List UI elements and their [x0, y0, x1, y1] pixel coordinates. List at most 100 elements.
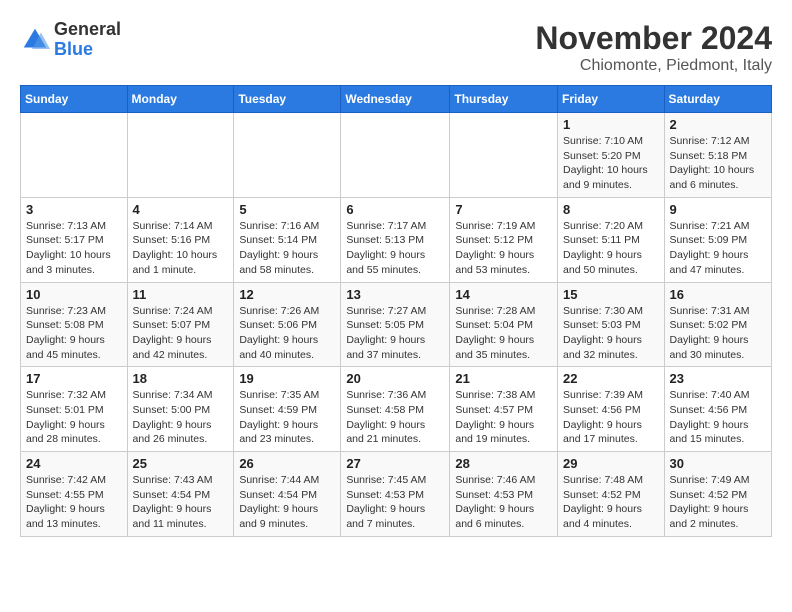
calendar-cell: 13Sunrise: 7:27 AM Sunset: 5:05 PM Dayli… — [341, 282, 450, 367]
day-info: Sunrise: 7:38 AM Sunset: 4:57 PM Dayligh… — [455, 388, 552, 447]
day-number: 24 — [26, 456, 122, 471]
day-info: Sunrise: 7:43 AM Sunset: 4:54 PM Dayligh… — [133, 473, 229, 532]
day-info: Sunrise: 7:28 AM Sunset: 5:04 PM Dayligh… — [455, 304, 552, 363]
calendar-cell: 1 Sunrise: 7:10 AM Sunset: 5:20 PM Daylig… — [558, 113, 665, 198]
calendar-cell: 3 Sunrise: 7:13 AM Sunset: 5:17 PM Daylig… — [21, 197, 128, 282]
day-number: 4 — [133, 202, 229, 217]
calendar-cell — [127, 113, 234, 198]
day-number: 20 — [346, 371, 444, 386]
day-number: 23 — [670, 371, 766, 386]
day-info: Sunrise: 7:34 AM Sunset: 5:00 PM Dayligh… — [133, 388, 229, 447]
calendar-cell: 19Sunrise: 7:35 AM Sunset: 4:59 PM Dayli… — [234, 367, 341, 452]
day-info: Sunrise: 7:13 AM Sunset: 5:17 PM Dayligh… — [26, 219, 122, 278]
logo-text: General Blue — [54, 20, 121, 60]
calendar-cell: 23 Sunrise: 7:40 AM Sunset: 4:56 PM Dayli… — [664, 367, 771, 452]
day-info: Sunrise: 7:20 AM Sunset: 5:11 PM Dayligh… — [563, 219, 659, 278]
day-number: 26 — [239, 456, 335, 471]
calendar-cell: 10Sunrise: 7:23 AM Sunset: 5:08 PM Dayli… — [21, 282, 128, 367]
day-header-wednesday: Wednesday — [341, 86, 450, 113]
day-number: 29 — [563, 456, 659, 471]
calendar-cell — [234, 113, 341, 198]
calendar-cell — [21, 113, 128, 198]
day-number: 19 — [239, 371, 335, 386]
calendar-cell — [341, 113, 450, 198]
day-number: 2 — [670, 117, 766, 132]
day-number: 11 — [133, 287, 229, 302]
calendar-cell: 30Sunrise: 7:49 AM Sunset: 4:52 PM Dayli… — [664, 452, 771, 537]
calendar-cell: 18 Sunrise: 7:34 AM Sunset: 5:00 PM Dayli… — [127, 367, 234, 452]
calendar-cell: 21 Sunrise: 7:38 AM Sunset: 4:57 PM Dayli… — [450, 367, 558, 452]
calendar-cell: 28Sunrise: 7:46 AM Sunset: 4:53 PM Dayli… — [450, 452, 558, 537]
day-info: Sunrise: 7:30 AM Sunset: 5:03 PM Dayligh… — [563, 304, 659, 363]
day-header-tuesday: Tuesday — [234, 86, 341, 113]
day-info: Sunrise: 7:26 AM Sunset: 5:06 PM Dayligh… — [239, 304, 335, 363]
calendar-cell: 17 Sunrise: 7:32 AM Sunset: 5:01 PM Dayli… — [21, 367, 128, 452]
logo-icon — [20, 25, 50, 55]
day-info: Sunrise: 7:32 AM Sunset: 5:01 PM Dayligh… — [26, 388, 122, 447]
calendar-cell: 9 Sunrise: 7:21 AM Sunset: 5:09 PM Daylig… — [664, 197, 771, 282]
day-info: Sunrise: 7:17 AM Sunset: 5:13 PM Dayligh… — [346, 219, 444, 278]
day-number: 6 — [346, 202, 444, 217]
day-number: 7 — [455, 202, 552, 217]
day-info: Sunrise: 7:46 AM Sunset: 4:53 PM Dayligh… — [455, 473, 552, 532]
day-number: 30 — [670, 456, 766, 471]
day-info: Sunrise: 7:23 AM Sunset: 5:08 PM Dayligh… — [26, 304, 122, 363]
calendar-cell: 7 Sunrise: 7:19 AM Sunset: 5:12 PM Daylig… — [450, 197, 558, 282]
calendar-table: SundayMondayTuesdayWednesdayThursdayFrid… — [20, 85, 772, 537]
location: Chiomonte, Piedmont, Italy — [535, 57, 772, 75]
day-number: 1 — [563, 117, 659, 132]
calendar-cell: 5Sunrise: 7:16 AM Sunset: 5:14 PM Daylig… — [234, 197, 341, 282]
day-number: 12 — [239, 287, 335, 302]
day-number: 18 — [133, 371, 229, 386]
day-info: Sunrise: 7:24 AM Sunset: 5:07 PM Dayligh… — [133, 304, 229, 363]
calendar-cell: 14 Sunrise: 7:28 AM Sunset: 5:04 PM Dayli… — [450, 282, 558, 367]
calendar-week-2: 3 Sunrise: 7:13 AM Sunset: 5:17 PM Daylig… — [21, 197, 772, 282]
day-info: Sunrise: 7:14 AM Sunset: 5:16 PM Dayligh… — [133, 219, 229, 278]
calendar-cell: 22 Sunrise: 7:39 AM Sunset: 4:56 PM Dayli… — [558, 367, 665, 452]
day-header-thursday: Thursday — [450, 86, 558, 113]
day-number: 27 — [346, 456, 444, 471]
day-number: 9 — [670, 202, 766, 217]
calendar-cell: 25 Sunrise: 7:43 AM Sunset: 4:54 PM Dayli… — [127, 452, 234, 537]
calendar-cell: 4 Sunrise: 7:14 AM Sunset: 5:16 PM Daylig… — [127, 197, 234, 282]
day-info: Sunrise: 7:12 AM Sunset: 5:18 PM Dayligh… — [670, 134, 766, 193]
day-info: Sunrise: 7:48 AM Sunset: 4:52 PM Dayligh… — [563, 473, 659, 532]
day-number: 3 — [26, 202, 122, 217]
calendar-cell: 16 Sunrise: 7:31 AM Sunset: 5:02 PM Dayli… — [664, 282, 771, 367]
logo-general: General — [54, 19, 121, 39]
calendar-cell — [450, 113, 558, 198]
day-info: Sunrise: 7:42 AM Sunset: 4:55 PM Dayligh… — [26, 473, 122, 532]
calendar-cell: 20 Sunrise: 7:36 AM Sunset: 4:58 PM Dayli… — [341, 367, 450, 452]
day-header-sunday: Sunday — [21, 86, 128, 113]
day-info: Sunrise: 7:19 AM Sunset: 5:12 PM Dayligh… — [455, 219, 552, 278]
day-number: 16 — [670, 287, 766, 302]
day-info: Sunrise: 7:45 AM Sunset: 4:53 PM Dayligh… — [346, 473, 444, 532]
calendar-cell: 11 Sunrise: 7:24 AM Sunset: 5:07 PM Dayli… — [127, 282, 234, 367]
calendar-cell: 12 Sunrise: 7:26 AM Sunset: 5:06 PM Dayli… — [234, 282, 341, 367]
day-number: 14 — [455, 287, 552, 302]
header: General Blue November 2024 Chiomonte, Pi… — [20, 20, 772, 75]
calendar-week-1: 1 Sunrise: 7:10 AM Sunset: 5:20 PM Daylig… — [21, 113, 772, 198]
calendar-week-5: 24 Sunrise: 7:42 AM Sunset: 4:55 PM Dayli… — [21, 452, 772, 537]
day-number: 13 — [346, 287, 444, 302]
calendar-week-3: 10Sunrise: 7:23 AM Sunset: 5:08 PM Dayli… — [21, 282, 772, 367]
calendar-cell: 24 Sunrise: 7:42 AM Sunset: 4:55 PM Dayli… — [21, 452, 128, 537]
calendar-cell: 6 Sunrise: 7:17 AM Sunset: 5:13 PM Daylig… — [341, 197, 450, 282]
day-header-monday: Monday — [127, 86, 234, 113]
day-info: Sunrise: 7:16 AM Sunset: 5:14 PM Dayligh… — [239, 219, 335, 278]
day-number: 21 — [455, 371, 552, 386]
day-number: 25 — [133, 456, 229, 471]
calendar-cell: 29 Sunrise: 7:48 AM Sunset: 4:52 PM Dayli… — [558, 452, 665, 537]
day-number: 22 — [563, 371, 659, 386]
day-info: Sunrise: 7:10 AM Sunset: 5:20 PM Dayligh… — [563, 134, 659, 193]
day-info: Sunrise: 7:36 AM Sunset: 4:58 PM Dayligh… — [346, 388, 444, 447]
logo-blue: Blue — [54, 39, 93, 59]
day-header-friday: Friday — [558, 86, 665, 113]
logo: General Blue — [20, 20, 121, 60]
day-info: Sunrise: 7:31 AM Sunset: 5:02 PM Dayligh… — [670, 304, 766, 363]
day-info: Sunrise: 7:21 AM Sunset: 5:09 PM Dayligh… — [670, 219, 766, 278]
day-info: Sunrise: 7:39 AM Sunset: 4:56 PM Dayligh… — [563, 388, 659, 447]
day-info: Sunrise: 7:40 AM Sunset: 4:56 PM Dayligh… — [670, 388, 766, 447]
calendar-cell: 27 Sunrise: 7:45 AM Sunset: 4:53 PM Dayli… — [341, 452, 450, 537]
day-number: 17 — [26, 371, 122, 386]
